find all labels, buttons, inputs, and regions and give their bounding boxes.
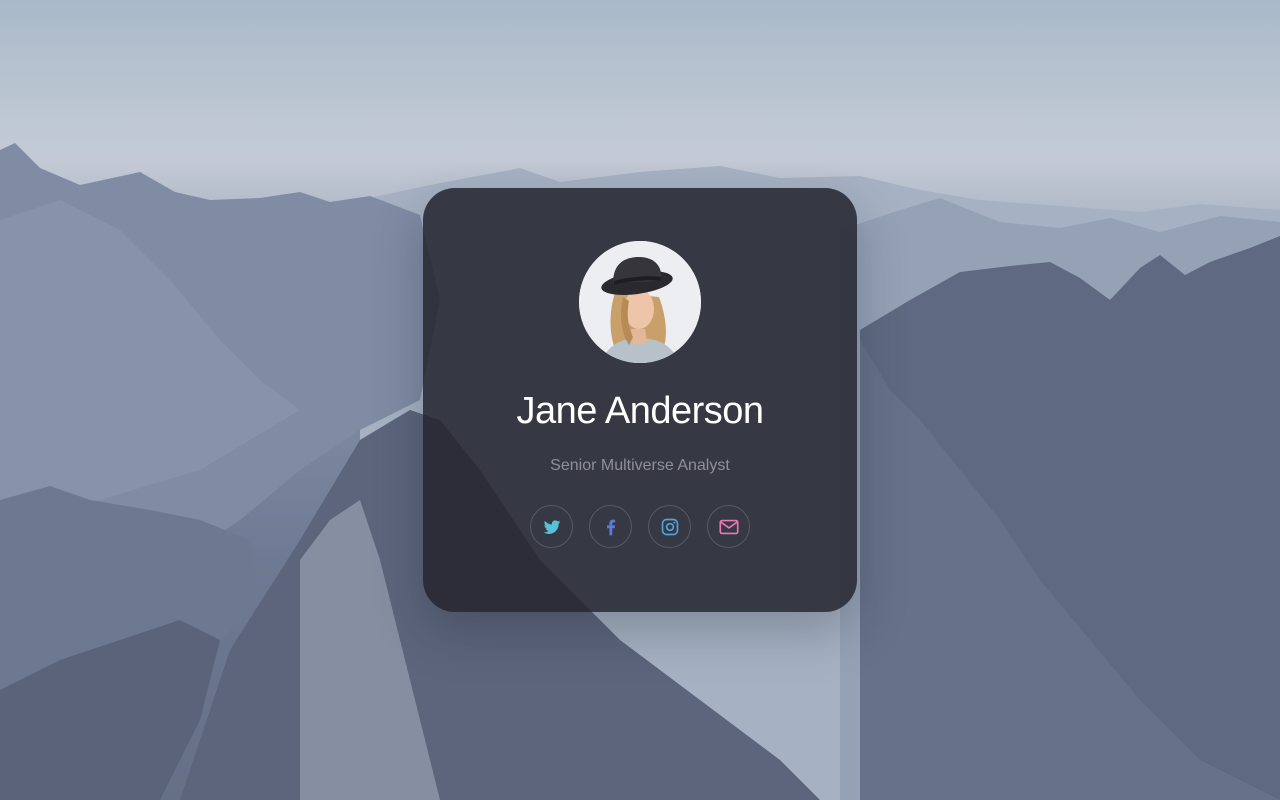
- instagram-button[interactable]: [648, 505, 691, 548]
- mail-button[interactable]: [707, 505, 750, 548]
- facebook-icon: [606, 519, 615, 535]
- profile-card: Jane Anderson Senior Multiverse Analyst: [423, 188, 857, 612]
- profile-title: Senior Multiverse Analyst: [550, 457, 730, 474]
- avatar: [579, 241, 701, 363]
- profile-name: Jane Anderson: [516, 390, 764, 432]
- twitter-button[interactable]: [530, 505, 573, 548]
- profile-photo: [579, 241, 701, 363]
- mail-icon: [718, 519, 739, 534]
- social-links: [423, 505, 857, 550]
- facebook-button[interactable]: [589, 505, 632, 548]
- twitter-icon: [543, 519, 560, 534]
- instagram-icon: [661, 518, 678, 535]
